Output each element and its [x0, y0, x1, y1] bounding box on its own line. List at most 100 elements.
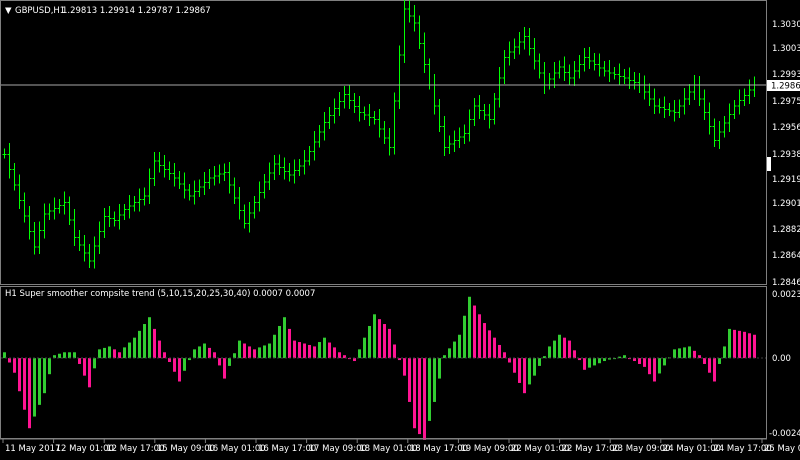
time-axis-label: 18 May 17:00 — [410, 444, 468, 454]
price-bar — [322, 111, 327, 141]
histogram-bar — [318, 342, 321, 359]
price-bar — [207, 169, 212, 190]
price-bar — [62, 191, 67, 215]
price-bar — [492, 92, 497, 125]
price-bar — [227, 161, 232, 194]
histogram-bar — [218, 358, 221, 366]
scale-drag-handle[interactable] — [767, 157, 771, 171]
histogram-bar — [63, 352, 66, 359]
price-axis-label: 1.29750 — [772, 97, 800, 107]
histogram-bar — [68, 352, 71, 359]
price-bar — [82, 234, 87, 262]
histogram-bar — [513, 358, 516, 373]
price-bar — [377, 108, 382, 138]
histogram-bar — [283, 317, 286, 359]
price-bar — [312, 130, 317, 161]
histogram-bar — [193, 349, 196, 359]
histogram-bar — [38, 358, 41, 405]
price-bar — [632, 71, 637, 90]
histogram-bar — [468, 296, 471, 359]
trading-chart-window[interactable]: ▼ GBPUSD,H1 1.29813 1.29914 1.29787 1.29… — [0, 0, 800, 456]
price-bar — [252, 196, 257, 219]
histogram-bar — [113, 349, 116, 359]
time-axis-label: 25 May 09:00 — [764, 444, 800, 454]
price-bar — [232, 177, 237, 204]
price-bar — [132, 195, 137, 212]
price-bar — [572, 61, 577, 87]
price-bar — [412, 5, 417, 32]
histogram-bar — [258, 347, 261, 359]
price-bar — [332, 98, 337, 124]
price-bar — [147, 168, 152, 204]
histogram-bar — [498, 344, 501, 359]
price-bar — [687, 84, 692, 106]
histogram-bar — [148, 317, 151, 359]
histogram-bar — [688, 346, 691, 359]
time-axis-label: 12 May 01:00 — [56, 444, 114, 454]
price-bar — [637, 72, 642, 93]
price-bar — [137, 188, 142, 212]
price-bar — [87, 244, 92, 268]
histogram-bar — [273, 334, 276, 359]
histogram-bar — [248, 346, 251, 359]
histogram-bar — [603, 358, 606, 362]
histogram-bar — [243, 343, 246, 359]
histogram-bar — [708, 358, 711, 373]
price-bar — [702, 89, 707, 121]
price-bar — [577, 55, 582, 79]
histogram-bar — [558, 334, 561, 359]
price-bar — [627, 67, 632, 89]
histogram-bar — [268, 343, 271, 359]
histogram-bar — [133, 337, 136, 359]
price-bar — [497, 67, 502, 108]
histogram-bar — [308, 344, 311, 359]
chart-canvas[interactable]: ▼ GBPUSD,H1 1.29813 1.29914 1.29787 1.29… — [0, 0, 800, 456]
histogram-bar — [378, 319, 381, 359]
time-axis-label: 12 May 17:00 — [106, 444, 164, 454]
price-bar — [567, 64, 572, 85]
price-bar — [267, 162, 272, 191]
price-bar — [722, 116, 727, 138]
price-bar — [712, 118, 717, 147]
histogram-bar — [78, 358, 81, 364]
histogram-bar — [178, 358, 181, 382]
price-bar — [362, 106, 367, 121]
price-bar — [202, 171, 207, 196]
price-bar — [417, 15, 422, 50]
price-bar — [117, 204, 122, 230]
histogram-bar — [573, 350, 576, 359]
price-bar — [677, 99, 682, 118]
histogram-bar — [33, 358, 36, 417]
histogram-bar — [18, 358, 21, 392]
price-bar — [72, 209, 77, 247]
histogram-bar — [198, 346, 201, 359]
histogram-bar — [23, 358, 26, 410]
chart-menu-arrow-icon[interactable]: ▼ — [5, 6, 12, 16]
price-bar — [717, 121, 722, 149]
price-bar — [472, 98, 477, 126]
histogram-bar — [403, 358, 406, 376]
histogram-bar — [473, 305, 476, 359]
histogram-bar — [753, 334, 756, 359]
histogram-bar — [723, 346, 726, 359]
price-bar — [667, 103, 672, 116]
price-axis-label: 1.30035 — [772, 44, 800, 54]
price-bar — [552, 61, 557, 88]
price-bar — [692, 74, 697, 101]
histogram-bar — [3, 352, 6, 359]
price-bar — [287, 163, 292, 182]
price-axis-label: 1.30305 — [772, 20, 800, 30]
price-bar — [617, 63, 622, 86]
price-bar — [212, 166, 217, 186]
histogram-bar — [453, 341, 456, 359]
histogram-bar — [183, 358, 186, 371]
indicator-axis-label: -0.0024 — [769, 429, 800, 439]
price-axis-label: 1.29565 — [772, 123, 800, 133]
histogram-bar — [123, 347, 126, 359]
symbol-label: GBPUSD,H1 — [15, 6, 65, 16]
histogram-bar — [138, 330, 141, 359]
indicator-label: H1 Super smoother compsite trend (5,10,1… — [5, 289, 315, 299]
histogram-bar — [683, 347, 686, 359]
price-bar — [372, 111, 377, 125]
price-bar — [277, 154, 282, 176]
